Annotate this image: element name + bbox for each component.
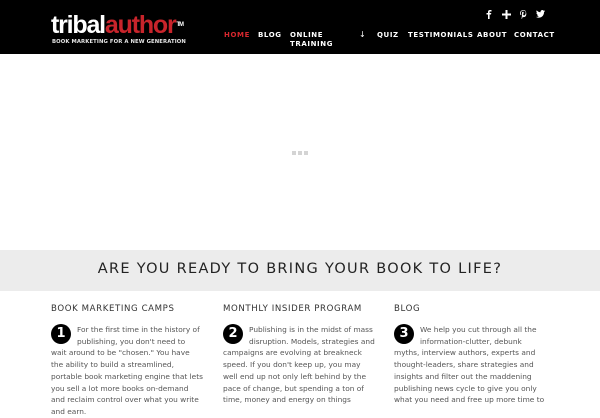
banner-title: ARE YOU READY TO BRING YOUR BOOK TO LIFE… — [97, 261, 503, 277]
column-blog: BLOG 3 We help you cut through all the i… — [394, 304, 546, 406]
column-body: 1 For the first time in the history of p… — [51, 324, 203, 418]
nav-blog[interactable]: BLOG — [258, 31, 282, 40]
pinterest-icon[interactable] — [517, 8, 529, 20]
column-text: Publishing is in the midst of mass disru… — [223, 325, 375, 405]
logo-text-author: author — [104, 11, 177, 39]
column-title: BOOK MARKETING CAMPS — [51, 304, 175, 314]
number-badge: 3 — [394, 324, 414, 344]
column-monthly-insider-program: MONTHLY INSIDER PROGRAM 2 Publishing is … — [223, 304, 375, 406]
loading-indicator — [292, 151, 308, 155]
logo-tagline: BOOK MARKETING FOR A NEW GENERATION — [52, 39, 186, 45]
site-header: tribalauthorTM BOOK MARKETING FOR A NEW … — [0, 0, 600, 54]
column-title: BLOG — [394, 304, 421, 314]
column-body: 3 We help you cut through all the inform… — [394, 324, 546, 406]
nav-about[interactable]: ABOUT — [477, 31, 507, 40]
loading-dot — [298, 151, 302, 155]
loading-dot — [292, 151, 296, 155]
column-title: MONTHLY INSIDER PROGRAM — [223, 304, 362, 314]
dropdown-arrow-icon[interactable]: ↓ — [359, 30, 366, 39]
nav-home[interactable]: HOME — [224, 31, 250, 40]
nav-quiz[interactable]: QUIZ — [377, 31, 399, 40]
site-logo[interactable]: tribalauthorTM BOOK MARKETING FOR A NEW … — [51, 11, 186, 48]
column-text: For the first time in the history of pub… — [51, 325, 203, 416]
logo-trademark: TM — [176, 22, 185, 28]
number-badge: 2 — [223, 324, 243, 344]
column-text: We help you cut through all the informat… — [394, 325, 545, 405]
google-plus-icon[interactable] — [500, 8, 512, 20]
column-book-marketing-camps: BOOK MARKETING CAMPS 1 For the first tim… — [51, 304, 203, 418]
facebook-icon[interactable] — [483, 8, 495, 20]
logo-text-tribal: tribal — [51, 11, 106, 39]
column-body: 2 Publishing is in the midst of mass dis… — [223, 324, 375, 406]
cta-banner: ARE YOU READY TO BRING YOUR BOOK TO LIFE… — [0, 250, 600, 291]
nav-online-training[interactable]: ONLINE TRAINING — [290, 31, 333, 49]
number-badge: 1 — [51, 324, 71, 344]
nav-contact[interactable]: CONTACT — [514, 31, 555, 40]
loading-dot — [304, 151, 308, 155]
twitter-icon[interactable] — [534, 8, 546, 20]
nav-testimonials[interactable]: TESTIMONIALS — [408, 31, 473, 40]
